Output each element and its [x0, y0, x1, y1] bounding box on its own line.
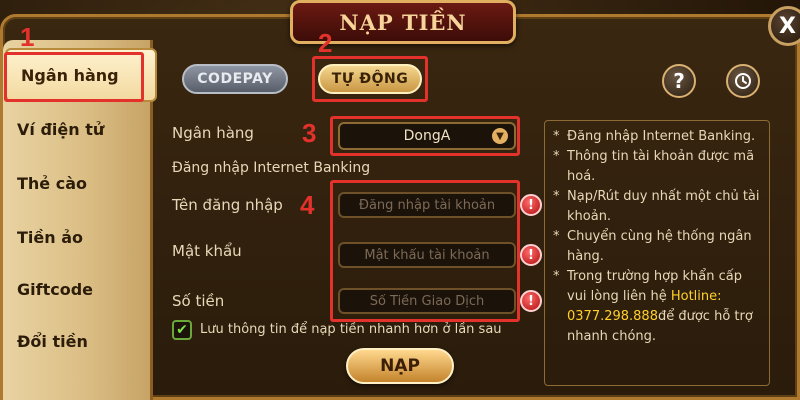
annotation-number: 4: [300, 190, 315, 220]
deposit-button[interactable]: NẠP: [346, 348, 454, 384]
username-label: Tên đăng nhập: [172, 196, 283, 214]
annotation-number: 3: [302, 118, 317, 148]
annotation-number: 1: [20, 22, 35, 52]
hotline-number[interactable]: 0377.298.888: [567, 309, 658, 324]
bullet-star-icon: *: [553, 229, 560, 244]
close-icon: X: [779, 13, 796, 39]
note-item: * Trong trường hợp khẩn cấp vui lòng liên…: [553, 267, 763, 347]
sidebar-item-label: Giftcode: [17, 279, 94, 299]
sidebar-item-label: Ví điện tử: [17, 119, 105, 139]
sidebar-item-giftcode[interactable]: Giftcode: [3, 262, 153, 316]
note-item: * Đăng nhập Internet Banking.: [553, 127, 763, 147]
hotline-label: Hotline:: [670, 289, 722, 304]
sidebar-item-label: Thẻ cào: [17, 173, 87, 193]
section-label: Đăng nhập Internet Banking: [172, 160, 371, 176]
close-button[interactable]: X: [768, 6, 800, 46]
sidebar-item-ewallet[interactable]: Ví điện tử: [3, 102, 153, 156]
info-notes: * Đăng nhập Internet Banking. * Thông tin …: [544, 120, 770, 386]
bullet-star-icon: *: [553, 189, 560, 204]
note-item: * Nạp/Rút duy nhất một chủ tài khoản.: [553, 187, 763, 227]
annotation-number: 2: [318, 28, 333, 58]
remember-label: Lưu thông tin để nạp tiền nhanh hơn ở lầ…: [200, 322, 502, 337]
note-item: * Thông tin tài khoản được mã hoá.: [553, 147, 763, 187]
sidebar-item-crypto[interactable]: Tiền ảo: [3, 210, 153, 264]
bullet-star-icon: *: [553, 129, 560, 144]
amount-label: Số tiền: [172, 292, 225, 310]
tab-label: CODEPAY: [197, 71, 273, 87]
warning-icon: !: [520, 244, 542, 266]
help-icon: ?: [673, 69, 685, 93]
warning-icon: !: [520, 290, 542, 312]
dialog-title: NẠP TIỀN: [339, 9, 467, 35]
deposit-button-label: NẠP: [380, 356, 420, 376]
sidebar-item-label: Đổi tiền: [17, 331, 88, 351]
history-icon: [735, 73, 751, 89]
game-background: NẠP TIỀN X Ngân hàng Ví điện tử Thẻ cào …: [0, 0, 800, 400]
note-text: Chuyển cùng hệ thống ngân hàng.: [567, 229, 752, 264]
remember-checkbox[interactable]: ✔: [172, 320, 192, 340]
bullet-star-icon: *: [553, 269, 560, 284]
annotation-box: [312, 56, 428, 102]
tab-codepay[interactable]: CODEPAY: [182, 64, 288, 94]
note-text: Nạp/Rút duy nhất một chủ tài khoản.: [567, 189, 760, 224]
note-text: Thông tin tài khoản được mã hoá.: [567, 149, 755, 184]
checkmark-icon: ✔: [176, 322, 188, 338]
bullet-star-icon: *: [553, 149, 560, 164]
warning-icon: !: [520, 194, 542, 216]
sidebar-item-label: Tiền ảo: [17, 227, 83, 247]
password-label: Mật khẩu: [172, 242, 242, 260]
bank-label: Ngân hàng: [172, 124, 254, 142]
help-button[interactable]: ?: [662, 64, 696, 98]
sidebar-item-card[interactable]: Thẻ cào: [3, 156, 153, 210]
sidebar-item-exchange[interactable]: Đổi tiền: [3, 314, 153, 368]
annotation-box: [330, 116, 520, 156]
annotation-box: [4, 52, 144, 102]
note-item: * Chuyển cùng hệ thống ngân hàng.: [553, 227, 763, 267]
annotation-box: [330, 180, 520, 322]
history-button[interactable]: [726, 64, 760, 98]
note-text: Đăng nhập Internet Banking.: [567, 129, 756, 144]
